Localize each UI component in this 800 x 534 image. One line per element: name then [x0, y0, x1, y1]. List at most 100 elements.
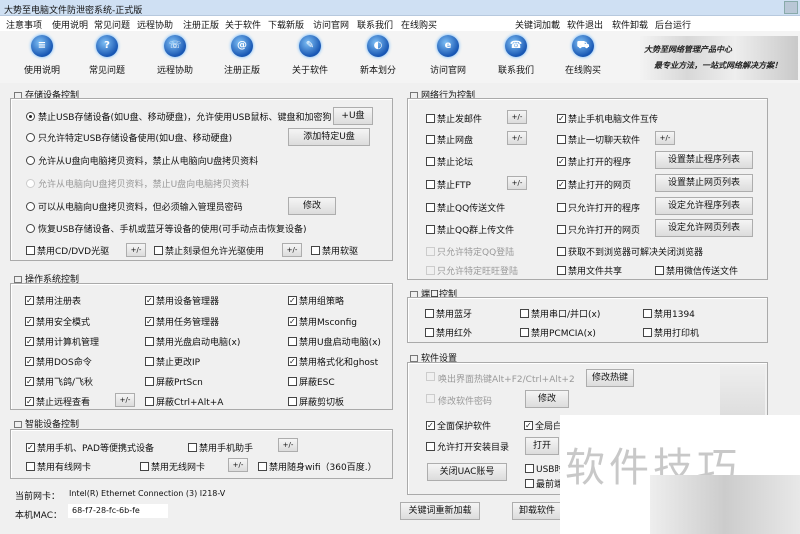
- checkbox[interactable]: 禁用有线网卡: [26, 460, 91, 473]
- checkbox-box[interactable]: [426, 266, 435, 275]
- checkbox-box[interactable]: [557, 203, 566, 212]
- topmost-checkbox[interactable]: 最前端: [525, 477, 563, 490]
- os-option-checkbox[interactable]: 禁用组策略: [288, 294, 344, 307]
- network-right-checkbox[interactable]: 只允许打开的程序: [557, 201, 640, 214]
- network-right-checkbox[interactable]: 禁用文件共享: [557, 264, 622, 277]
- modify-password-button[interactable]: 修改: [288, 197, 336, 215]
- radio-option[interactable]: 允许从电脑向U盘拷贝资料，禁止U盘向电脑拷贝资料: [26, 177, 249, 190]
- os-option-checkbox[interactable]: 屏蔽Ctrl+Alt+A: [145, 395, 223, 408]
- checkbox-box[interactable]: [288, 317, 297, 326]
- password-checkbox[interactable]: [426, 394, 437, 403]
- checkbox-box[interactable]: [145, 397, 154, 406]
- network-right-checkbox[interactable]: 禁止打开的网页: [557, 178, 631, 191]
- open-button[interactable]: 打开: [525, 437, 559, 455]
- checkbox-box[interactable]: [288, 337, 297, 346]
- cd-toggle-button[interactable]: +/-: [126, 243, 146, 257]
- checkbox-box[interactable]: [426, 225, 435, 234]
- network-left-checkbox[interactable]: 禁止发邮件: [426, 112, 482, 125]
- os-option-checkbox[interactable]: 禁用飞鸽/飞秋: [25, 375, 93, 388]
- checkbox-box[interactable]: [425, 309, 434, 318]
- network-right-checkbox[interactable]: 获取不到浏览器可解决关闭浏览器: [557, 245, 703, 258]
- checkbox-box[interactable]: [145, 337, 154, 346]
- network-right-checkbox[interactable]: 只允许打开的网页: [557, 223, 640, 236]
- checkbox-box[interactable]: [288, 296, 297, 305]
- network-list-button[interactable]: 设定允许程序列表: [655, 197, 753, 215]
- checkbox-box[interactable]: [426, 394, 435, 403]
- os-option-checkbox[interactable]: 禁止远程查看: [25, 395, 90, 408]
- checkbox-box[interactable]: [426, 135, 435, 144]
- modify-hotkey-button[interactable]: 修改热键: [586, 369, 634, 387]
- checkbox-box[interactable]: [426, 114, 435, 123]
- radio-button[interactable]: [26, 133, 35, 142]
- checkbox-box[interactable]: [426, 372, 435, 381]
- checkbox-box[interactable]: [426, 180, 435, 189]
- menu-item[interactable]: 联系我们: [357, 18, 393, 31]
- menu-item[interactable]: 在线购买: [401, 18, 437, 31]
- checkbox-box[interactable]: [25, 317, 34, 326]
- checkbox-box[interactable]: [557, 266, 566, 275]
- menu-item[interactable]: 下载新版: [268, 18, 304, 31]
- checkbox-box[interactable]: [557, 180, 566, 189]
- checkbox-box[interactable]: [426, 157, 435, 166]
- network-left-checkbox[interactable]: 禁止QQ群上传文件: [426, 223, 514, 236]
- checkbox-box[interactable]: [425, 328, 434, 337]
- checkbox-box[interactable]: [426, 247, 435, 256]
- radio-button[interactable]: [26, 156, 35, 165]
- os-option-checkbox[interactable]: 禁用格式化和ghost: [288, 355, 378, 368]
- add-specific-udisk-button[interactable]: 添加特定U盘: [288, 128, 370, 146]
- checkbox-box[interactable]: [145, 357, 154, 366]
- network-left-checkbox[interactable]: 只允许特定旺旺登陆: [426, 264, 518, 277]
- checkbox-box[interactable]: [26, 443, 35, 452]
- menu-item-right[interactable]: 关键词加載: [515, 18, 560, 31]
- network-right-checkbox[interactable]: 禁止打开的程序: [557, 155, 631, 168]
- radio-option[interactable]: 禁止USB存储设备(如U盘、移动硬盘)，允许使用USB鼠标、键盘和加密狗: [26, 110, 332, 123]
- radio-button[interactable]: [26, 224, 35, 233]
- radio-button[interactable]: [26, 202, 35, 211]
- modify-password-settings-button[interactable]: 修改: [525, 390, 569, 408]
- toolbar-button[interactable]: e 访问官网: [418, 35, 478, 76]
- toolbar-button[interactable]: ✎ 关于软件: [280, 35, 340, 76]
- os-option-checkbox[interactable]: 禁止更改IP: [145, 355, 200, 368]
- hotkey-checkbox[interactable]: [426, 372, 437, 381]
- network-toggle-button[interactable]: +/-: [507, 176, 527, 190]
- menu-item[interactable]: 使用说明: [52, 18, 88, 31]
- os-option-checkbox[interactable]: 屏蔽PrtScn: [145, 375, 203, 388]
- usb-checkbox[interactable]: USB时: [525, 462, 563, 475]
- checkbox-box[interactable]: [25, 357, 34, 366]
- toolbar-button[interactable]: ◐ 新本划分: [348, 35, 408, 76]
- network-list-button[interactable]: 设置禁止程序列表: [655, 151, 753, 169]
- network-toggle-button[interactable]: +/-: [655, 131, 675, 145]
- checkbox-box[interactable]: [25, 337, 34, 346]
- checkbox-box[interactable]: [643, 328, 652, 337]
- checkbox-box[interactable]: [557, 114, 566, 123]
- network-right-checkbox[interactable]: 禁止一切聊天软件: [557, 133, 640, 146]
- port-checkbox[interactable]: 禁用1394: [643, 307, 695, 320]
- os-option-checkbox[interactable]: 禁用注册表: [25, 294, 81, 307]
- checkbox-box[interactable]: [145, 317, 154, 326]
- checkbox-box[interactable]: [25, 377, 34, 386]
- checkbox-box[interactable]: [426, 442, 435, 451]
- checkbox-box[interactable]: [145, 377, 154, 386]
- remote-view-toggle-button[interactable]: +/-: [115, 393, 135, 407]
- radio-button[interactable]: [26, 179, 35, 188]
- checkbox-box[interactable]: [557, 157, 566, 166]
- checkbox-box[interactable]: [288, 357, 297, 366]
- checkbox-box[interactable]: [26, 462, 35, 471]
- port-checkbox[interactable]: 禁用红外: [425, 326, 472, 339]
- checkbox-box[interactable]: [25, 397, 34, 406]
- port-checkbox[interactable]: 禁用打印机: [643, 326, 699, 339]
- burn-toggle-button[interactable]: +/-: [282, 243, 302, 257]
- radio-button[interactable]: [26, 112, 35, 121]
- network-left-checkbox[interactable]: 禁止论坛: [426, 155, 473, 168]
- menu-item[interactable]: 关于软件: [225, 18, 261, 31]
- checkbox-box[interactable]: [426, 203, 435, 212]
- network-left-checkbox[interactable]: 禁止QQ传送文件: [426, 201, 505, 214]
- checkbox-box[interactable]: [288, 377, 297, 386]
- protect-software-checkbox[interactable]: 全面保护软件: [426, 419, 491, 432]
- phone-helper-toggle-button[interactable]: +/-: [278, 438, 298, 452]
- add-udisk-button[interactable]: +U盘: [333, 107, 373, 125]
- os-option-checkbox[interactable]: 屏蔽剪切板: [288, 395, 344, 408]
- allow-install-dir-checkbox[interactable]: 允许打开安装目录: [426, 440, 509, 453]
- checkbox-box[interactable]: [655, 266, 664, 275]
- checkbox[interactable]: 禁用手机助手: [188, 441, 253, 454]
